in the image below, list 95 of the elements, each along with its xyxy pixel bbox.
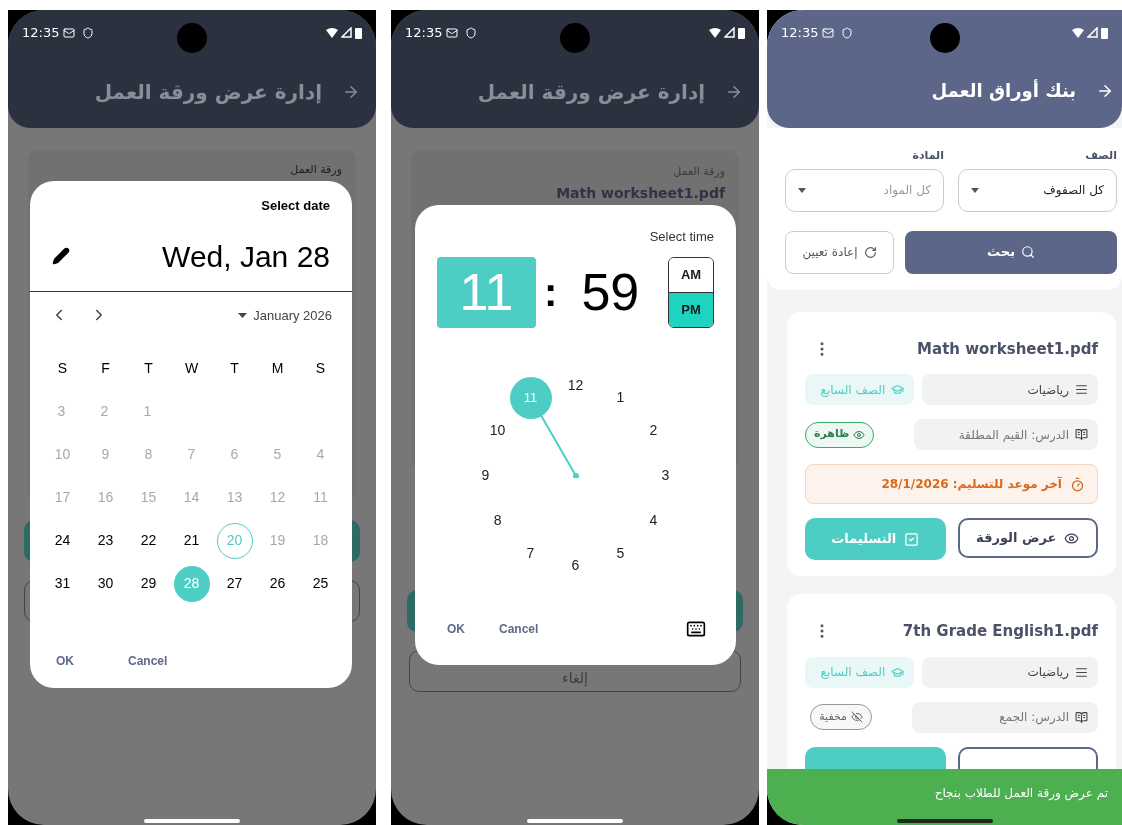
subject-text: رياضيات bbox=[1027, 381, 1069, 399]
view-worksheet-button[interactable]: عرض الورقة bbox=[957, 518, 1098, 558]
field-value: Math worksheet1.pdf bbox=[556, 183, 725, 203]
wifi-icon bbox=[709, 27, 721, 38]
weekday-label: S bbox=[57, 359, 68, 378]
clock-number[interactable]: 9 bbox=[464, 454, 507, 497]
weekday-label: W bbox=[184, 359, 199, 378]
book-icon bbox=[1075, 428, 1088, 441]
dropdown-caret-icon bbox=[238, 312, 248, 318]
visibility-text: ظاهرة bbox=[814, 426, 850, 443]
status-time: 12:35 bbox=[405, 23, 443, 42]
signal-icon bbox=[724, 27, 735, 38]
weekday-label: S bbox=[315, 359, 326, 378]
reset-button[interactable]: إعادة تعيين bbox=[785, 230, 894, 274]
dialog-action-button[interactable]: OK bbox=[48, 648, 82, 674]
mail-icon bbox=[446, 26, 459, 39]
screen-title: بنك أوراق العمل bbox=[931, 78, 1076, 104]
back-arrow-icon[interactable] bbox=[725, 83, 743, 101]
dialog-title: Select date bbox=[261, 197, 330, 215]
wifi-icon bbox=[1072, 27, 1084, 38]
mail-icon bbox=[63, 26, 76, 39]
worksheet-title: Math worksheet1.pdf bbox=[917, 338, 1098, 360]
reset-icon bbox=[863, 245, 877, 259]
calendar-day[interactable]: 24 bbox=[44, 522, 81, 559]
snackbar-message: تم عرض ورقة العمل للطلاب بنجاح bbox=[934, 785, 1108, 802]
checklist-icon bbox=[904, 531, 920, 547]
calendar-day[interactable]: 21 bbox=[173, 522, 210, 559]
field-label: ورقة العمل bbox=[673, 164, 725, 180]
shield-icon bbox=[841, 26, 854, 39]
wifi-icon bbox=[326, 27, 338, 38]
back-arrow-icon[interactable] bbox=[342, 83, 360, 101]
screen-title: إدارة عرض ورقة العمل bbox=[94, 79, 322, 106]
status-time: 12:35 bbox=[781, 23, 819, 42]
weekday-label: M bbox=[271, 359, 284, 378]
clock-number[interactable]: 12 bbox=[554, 364, 597, 407]
calendar-day[interactable]: 29 bbox=[130, 565, 167, 602]
search-icon bbox=[1021, 245, 1035, 259]
field-label: ورقة العمل bbox=[290, 163, 342, 176]
list-icon bbox=[1075, 665, 1088, 679]
lesson-text: الدرس: القيم المطلقة bbox=[958, 426, 1069, 444]
worksheet-title: 7th Grade English1.pdf bbox=[902, 621, 1098, 642]
dialog-title: Select time bbox=[649, 228, 714, 246]
screen-title: إدارة عرض ورقة العمل bbox=[477, 79, 705, 106]
eye-icon bbox=[853, 428, 866, 441]
subject-text: رياضيات bbox=[1027, 664, 1069, 681]
dropdown-caret-icon bbox=[971, 187, 979, 193]
calendar-day[interactable]: 30 bbox=[87, 565, 124, 602]
clock-number[interactable]: 6 bbox=[554, 544, 597, 587]
weekday-label: F bbox=[101, 359, 110, 378]
eye-icon bbox=[1064, 530, 1080, 546]
signal-icon bbox=[1087, 27, 1098, 38]
weekday-label: T bbox=[230, 359, 239, 378]
shield-icon bbox=[82, 26, 95, 39]
calendar-day[interactable]: 25 bbox=[302, 565, 339, 602]
month-year-dropdown[interactable]: January 2026 bbox=[238, 305, 332, 325]
keyboard-icon[interactable] bbox=[686, 619, 706, 639]
mail-icon bbox=[822, 26, 835, 39]
dialog-action-button[interactable]: Cancel bbox=[499, 620, 539, 638]
graduation-cap-icon bbox=[891, 665, 905, 679]
book-icon bbox=[1075, 710, 1088, 724]
calendar-day[interactable]: 26 bbox=[259, 565, 296, 602]
battery-icon bbox=[738, 26, 745, 39]
timer-icon bbox=[1070, 476, 1085, 492]
visibility-text: مخفية bbox=[819, 708, 847, 725]
dialog-action-button[interactable]: Cancel bbox=[120, 648, 176, 674]
shield-icon bbox=[465, 26, 478, 39]
graduation-cap-icon bbox=[891, 383, 905, 396]
deadline-text: آخر موعد للتسليم: 28/1/2026 bbox=[881, 475, 1062, 493]
status-time: 12:35 bbox=[22, 23, 60, 42]
weekday-label: T bbox=[144, 359, 153, 378]
filter-label: المادة bbox=[911, 148, 944, 164]
period-option[interactable]: PM bbox=[669, 291, 713, 327]
signal-icon bbox=[341, 27, 352, 38]
minute-field[interactable]: 59 bbox=[565, 256, 656, 328]
dialog-action-button[interactable]: OK bbox=[447, 620, 465, 638]
filter-dropdown[interactable]: كل الصفوف bbox=[958, 168, 1117, 212]
battery-icon bbox=[1101, 26, 1108, 39]
calendar-day[interactable]: 23 bbox=[87, 522, 124, 559]
calendar-day[interactable]: 22 bbox=[130, 522, 167, 559]
grade-text: الصف السابع bbox=[820, 664, 886, 681]
calendar-day[interactable]: 27 bbox=[216, 565, 253, 602]
filter-label: الصف bbox=[1084, 148, 1117, 164]
clock-number[interactable]: 3 bbox=[644, 454, 687, 497]
lesson-text: الدرس: الجمع bbox=[999, 709, 1069, 726]
dropdown-caret-icon bbox=[798, 187, 806, 193]
calendar-day[interactable]: 31 bbox=[44, 565, 81, 602]
edit-pencil-icon[interactable] bbox=[52, 247, 70, 265]
search-button[interactable]: بحث bbox=[905, 230, 1117, 274]
list-icon bbox=[1075, 383, 1088, 396]
selected-date: Wed, Jan 28 bbox=[162, 238, 330, 275]
battery-icon bbox=[355, 26, 362, 39]
filter-dropdown[interactable]: كل المواد bbox=[785, 168, 944, 212]
time-separator: : bbox=[544, 269, 558, 316]
eye-off-icon bbox=[851, 711, 863, 723]
grade-text: الصف السابع bbox=[820, 381, 886, 399]
